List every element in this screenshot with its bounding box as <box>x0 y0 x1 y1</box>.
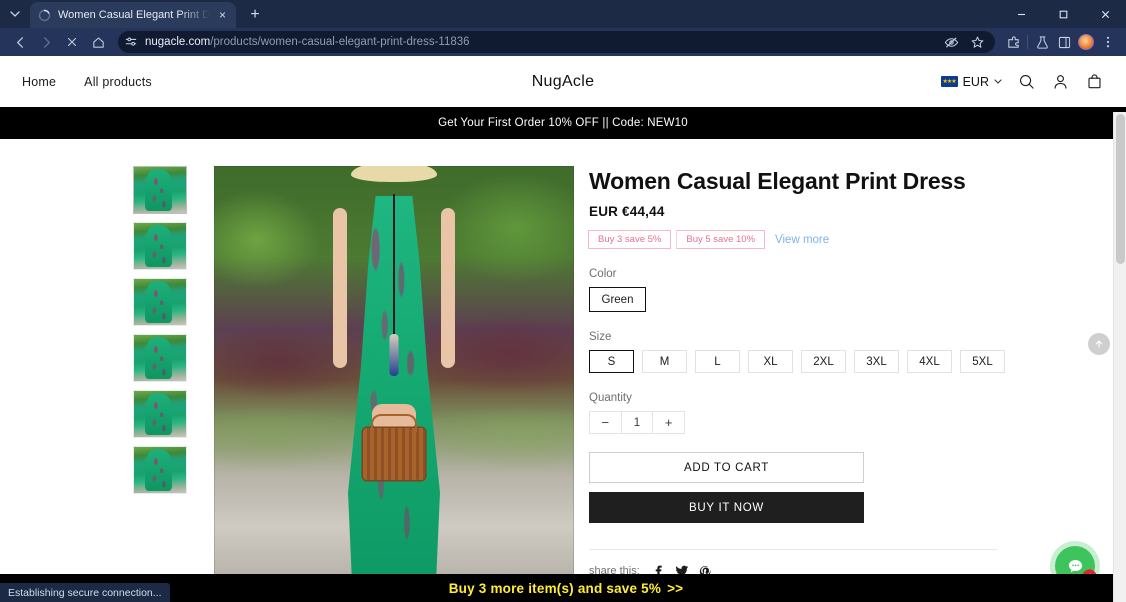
omnibox-actions <box>941 32 989 52</box>
bookmark-star-icon[interactable] <box>967 32 987 52</box>
back-to-top-button[interactable] <box>1088 333 1110 355</box>
home-icon[interactable] <box>86 30 110 54</box>
currency-selector[interactable]: ★★★ EUR <box>940 74 1002 89</box>
nav-link-all-products[interactable]: All products <box>84 75 152 89</box>
page-viewport: Home All products NugAcle ★★★ EUR Get Yo… <box>0 56 1126 602</box>
extensions-icon[interactable] <box>1003 32 1023 52</box>
size-option-xl[interactable]: XL <box>748 350 793 373</box>
currency-code: EUR <box>962 74 989 89</box>
thumbnail-gallery <box>133 166 208 602</box>
thumbnail-4[interactable] <box>133 334 187 382</box>
quantity-label: Quantity <box>589 392 632 404</box>
quantity-increase-button[interactable]: + <box>653 412 685 433</box>
product-section: Women Casual Elegant Print Dress EUR €44… <box>0 139 1126 602</box>
forward-icon[interactable] <box>34 30 58 54</box>
discount-badge-1: Buy 3 save 5% <box>589 230 671 249</box>
buy-it-now-button[interactable]: BUY IT NOW <box>589 492 864 523</box>
color-options: Green <box>589 287 1009 312</box>
product-price: EUR €44,44 <box>589 204 665 219</box>
loading-spinner-icon <box>38 9 51 22</box>
size-option-3xl[interactable]: 3XL <box>854 350 899 373</box>
primary-nav: Home All products <box>22 75 152 89</box>
maximize-button[interactable] <box>1042 0 1084 28</box>
scrollbar-thumb[interactable] <box>1116 114 1125 264</box>
search-icon[interactable] <box>1017 72 1036 91</box>
tab-title: Women Casual Elegant Print D <box>58 9 211 21</box>
split-screen-icon[interactable] <box>1054 32 1074 52</box>
site-settings-icon[interactable] <box>122 33 140 51</box>
site-header: Home All products NugAcle ★★★ EUR <box>0 56 1126 107</box>
product-hero-image[interactable] <box>214 166 574 576</box>
product-title: Women Casual Elegant Print Dress <box>589 168 966 194</box>
color-option-green[interactable]: Green <box>589 287 646 312</box>
discount-badge-2: Buy 5 save 10% <box>677 230 765 249</box>
url-text: nugacle.com/products/women-casual-elegan… <box>145 36 470 48</box>
quantity-decrease-button[interactable]: − <box>590 412 621 433</box>
nav-link-home[interactable]: Home <box>22 75 56 89</box>
tracking-protection-icon[interactable] <box>941 32 961 52</box>
url-domain: nugacle.com <box>145 36 211 48</box>
size-option-l[interactable]: L <box>695 350 740 373</box>
stop-loading-icon[interactable] <box>60 30 84 54</box>
product-details: Women Casual Elegant Print Dress EUR €44… <box>589 166 1009 602</box>
tab-strip: Women Casual Elegant Print D × + <box>0 0 1126 28</box>
thumbnail-5[interactable] <box>133 390 187 438</box>
thumbnail-2[interactable] <box>133 222 187 270</box>
quantity-stepper: − 1 + <box>589 411 685 434</box>
color-label: Color <box>589 268 617 280</box>
back-icon[interactable] <box>8 30 32 54</box>
browser-toolbar: nugacle.com/products/women-casual-elegan… <box>0 28 1126 56</box>
cart-icon[interactable] <box>1085 72 1104 91</box>
size-option-4xl[interactable]: 4XL <box>907 350 952 373</box>
thumbnail-3[interactable] <box>133 278 187 326</box>
size-option-5xl[interactable]: 5XL <box>960 350 1005 373</box>
minimize-button[interactable] <box>1000 0 1042 28</box>
view-more-link[interactable]: View more <box>775 234 829 246</box>
eu-flag-icon: ★★★ <box>940 76 958 87</box>
url-path: /products/women-casual-elegant-print-dre… <box>210 36 470 48</box>
toolbar-divider <box>1027 35 1028 49</box>
add-to-cart-button[interactable]: ADD TO CART <box>589 452 864 483</box>
thumbnail-6[interactable] <box>133 446 187 494</box>
account-icon[interactable] <box>1051 72 1070 91</box>
page-scrollbar[interactable] <box>1113 112 1126 602</box>
lab-flask-icon[interactable] <box>1032 32 1052 52</box>
tab-search-icon[interactable] <box>2 2 28 26</box>
more-menu-icon[interactable] <box>1098 32 1118 52</box>
header-actions: ★★★ EUR <box>940 72 1104 91</box>
size-options: S M L XL 2XL 3XL 4XL 5XL <box>589 350 1009 373</box>
size-option-2xl[interactable]: 2XL <box>801 350 846 373</box>
close-window-button[interactable] <box>1084 0 1126 28</box>
offer-bar-label: Buy 3 more item(s) and save 5% <box>448 580 662 596</box>
tab-close-icon[interactable]: × <box>217 7 228 23</box>
size-option-s[interactable]: S <box>589 350 634 373</box>
divider <box>589 549 997 550</box>
offer-bar-arrow: >> <box>667 580 684 596</box>
promo-banner: Get Your First Order 10% OFF || Code: NE… <box>0 107 1126 139</box>
offer-bar-text: Buy 3 more item(s) and save 5% >> <box>443 581 684 596</box>
browser-tab[interactable]: Women Casual Elegant Print D × <box>30 2 237 28</box>
browser-window: Women Casual Elegant Print D × + nugacle… <box>0 0 1126 602</box>
thumbnail-1[interactable] <box>133 166 187 214</box>
window-controls <box>1000 0 1126 28</box>
new-tab-button[interactable]: + <box>242 3 268 27</box>
address-bar[interactable]: nugacle.com/products/women-casual-elegan… <box>118 31 995 53</box>
quantity-value[interactable]: 1 <box>620 412 654 433</box>
status-bar: Establishing secure connection... <box>0 583 170 602</box>
size-option-m[interactable]: M <box>642 350 687 373</box>
chevron-down-icon <box>994 77 1002 87</box>
profile-avatar[interactable] <box>1076 32 1096 52</box>
discount-badges: Buy 3 save 5% Buy 5 save 10% View more <box>589 230 1009 249</box>
size-label: Size <box>589 331 612 343</box>
